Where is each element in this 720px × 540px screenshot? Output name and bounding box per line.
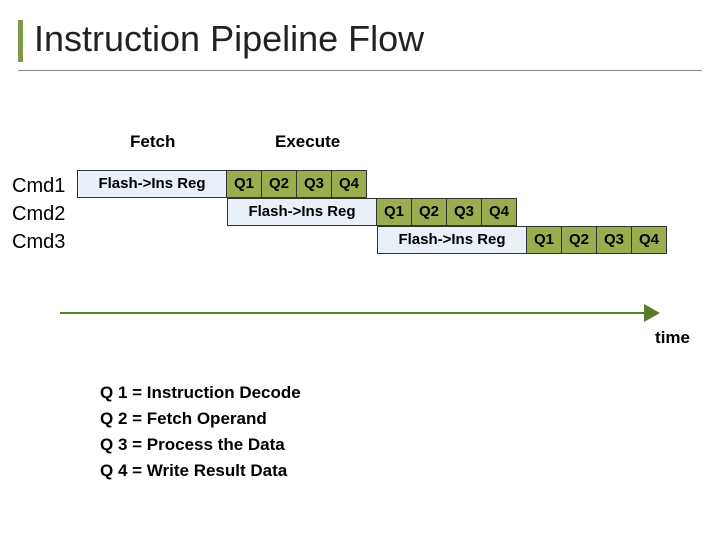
q1-cell: Q1 bbox=[226, 170, 262, 198]
q2-cell: Q2 bbox=[411, 198, 447, 226]
time-axis-label: time bbox=[655, 328, 690, 348]
cmd-label-3: Cmd3 bbox=[12, 228, 65, 256]
title-divider bbox=[18, 70, 702, 71]
legend-item: Q 2 = Fetch Operand bbox=[100, 406, 301, 432]
q2-cell: Q2 bbox=[561, 226, 597, 254]
legend-item: Q 1 = Instruction Decode bbox=[100, 380, 301, 406]
pipeline-row-2: Flash->Ins RegQ1Q2Q3Q4 bbox=[228, 198, 517, 226]
pipeline-row-1: Flash->Ins RegQ1Q2Q3Q4 bbox=[78, 170, 367, 198]
q3-cell: Q3 bbox=[296, 170, 332, 198]
time-axis-arrow bbox=[60, 300, 660, 330]
q4-cell: Q4 bbox=[331, 170, 367, 198]
command-column: Cmd1 Cmd2 Cmd3 bbox=[12, 172, 65, 256]
arrow-head-icon bbox=[644, 304, 660, 322]
q3-cell: Q3 bbox=[446, 198, 482, 226]
q1-cell: Q1 bbox=[526, 226, 562, 254]
stage-label-execute: Execute bbox=[275, 132, 340, 152]
fetch-cell: Flash->Ins Reg bbox=[377, 226, 527, 254]
q4-cell: Q4 bbox=[481, 198, 517, 226]
fetch-cell: Flash->Ins Reg bbox=[227, 198, 377, 226]
q1-cell: Q1 bbox=[376, 198, 412, 226]
title-accent-bar bbox=[18, 20, 23, 62]
cmd-label-2: Cmd2 bbox=[12, 200, 65, 228]
q2-cell: Q2 bbox=[261, 170, 297, 198]
page-title: Instruction Pipeline Flow bbox=[34, 18, 720, 60]
stage-label-fetch: Fetch bbox=[130, 132, 175, 152]
arrow-line bbox=[60, 312, 650, 314]
legend-item: Q 3 = Process the Data bbox=[100, 432, 301, 458]
q4-cell: Q4 bbox=[631, 226, 667, 254]
fetch-cell: Flash->Ins Reg bbox=[77, 170, 227, 198]
legend-item: Q 4 = Write Result Data bbox=[100, 458, 301, 484]
q3-cell: Q3 bbox=[596, 226, 632, 254]
cmd-label-1: Cmd1 bbox=[12, 172, 65, 200]
pipeline-row-3: Flash->Ins RegQ1Q2Q3Q4 bbox=[378, 226, 667, 254]
legend: Q 1 = Instruction Decode Q 2 = Fetch Ope… bbox=[100, 380, 301, 484]
